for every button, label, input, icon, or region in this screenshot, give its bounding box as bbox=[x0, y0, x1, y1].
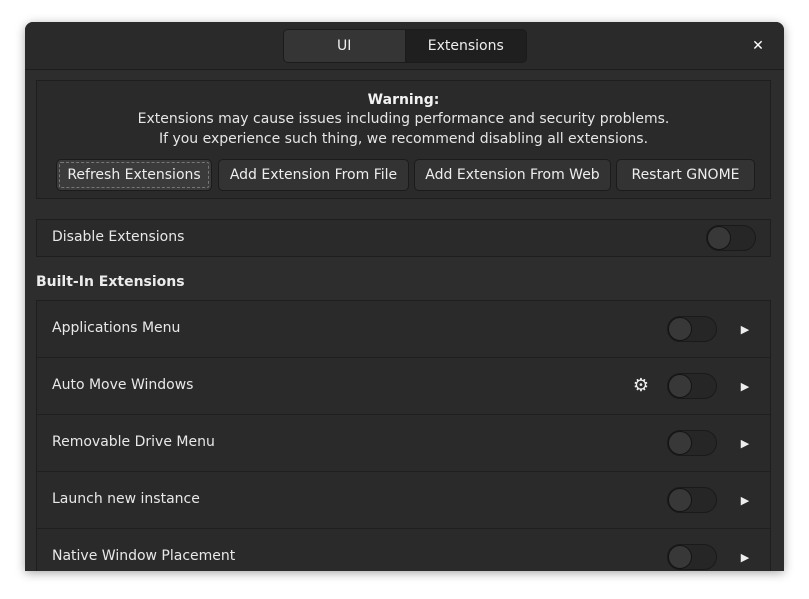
toggle-knob bbox=[668, 317, 692, 341]
extension-label: Auto Move Windows bbox=[52, 377, 194, 393]
extension-label: Native Window Placement bbox=[52, 548, 236, 564]
extension-toggle[interactable] bbox=[667, 487, 717, 513]
toggle-knob bbox=[707, 226, 731, 250]
warning-text-line-2: If you experience such thing, we recomme… bbox=[158, 131, 649, 147]
chevron-right-icon[interactable]: ▶ bbox=[739, 549, 751, 565]
tab-extensions[interactable]: Extensions bbox=[404, 30, 526, 62]
chevron-right-icon[interactable]: ▶ bbox=[739, 378, 751, 394]
extension-toggle[interactable] bbox=[667, 430, 717, 456]
restart-gnome-button[interactable]: Restart GNOME bbox=[616, 159, 755, 191]
toggle-knob bbox=[668, 545, 692, 569]
extensions-window: UI Extensions ✕ Warning: Extensions may … bbox=[25, 22, 784, 571]
extension-toggle[interactable] bbox=[667, 544, 717, 570]
add-extension-from-web-button[interactable]: Add Extension From Web bbox=[414, 159, 611, 191]
disable-extensions-row: Disable Extensions bbox=[36, 219, 771, 257]
add-extension-from-file-button[interactable]: Add Extension From File bbox=[218, 159, 409, 191]
view-switcher: UI Extensions bbox=[283, 29, 527, 63]
extension-row-launch-new-instance[interactable]: Launch new instance ▶ bbox=[37, 472, 770, 529]
extension-list: Applications Menu ▶ Auto Move Windows ⚙ … bbox=[36, 300, 771, 571]
extension-toggle[interactable] bbox=[667, 316, 717, 342]
warning-panel: Warning: Extensions may cause issues inc… bbox=[36, 80, 771, 199]
extension-row-removable-drive-menu[interactable]: Removable Drive Menu ▶ bbox=[37, 415, 770, 472]
disable-extensions-toggle[interactable] bbox=[706, 225, 756, 251]
extension-label: Removable Drive Menu bbox=[52, 434, 215, 450]
toggle-knob bbox=[668, 431, 692, 455]
warning-text-line-1: Extensions may cause issues including pe… bbox=[137, 111, 670, 127]
close-icon[interactable]: ✕ bbox=[747, 35, 769, 57]
chevron-right-icon[interactable]: ▶ bbox=[739, 435, 751, 451]
extension-label: Applications Menu bbox=[52, 320, 181, 336]
header-bar: UI Extensions ✕ bbox=[25, 22, 784, 70]
extension-toggle[interactable] bbox=[667, 373, 717, 399]
extension-row-native-window-placement[interactable]: Native Window Placement ▶ bbox=[37, 529, 770, 571]
toggle-knob bbox=[668, 374, 692, 398]
chevron-right-icon[interactable]: ▶ bbox=[739, 492, 751, 508]
extension-row-auto-move-windows[interactable]: Auto Move Windows ⚙ ▶ bbox=[37, 358, 770, 415]
disable-extensions-label: Disable Extensions bbox=[52, 229, 185, 245]
built-in-extensions-heading: Built-In Extensions bbox=[36, 274, 185, 290]
warning-title: Warning: bbox=[367, 92, 440, 108]
chevron-right-icon[interactable]: ▶ bbox=[739, 321, 751, 337]
extension-row-applications-menu[interactable]: Applications Menu ▶ bbox=[37, 301, 770, 358]
refresh-extensions-button[interactable]: Refresh Extensions bbox=[56, 159, 212, 191]
extension-label: Launch new instance bbox=[52, 491, 200, 507]
gear-icon[interactable]: ⚙ bbox=[631, 374, 651, 396]
tab-ui[interactable]: UI bbox=[284, 30, 405, 62]
toggle-knob bbox=[668, 488, 692, 512]
